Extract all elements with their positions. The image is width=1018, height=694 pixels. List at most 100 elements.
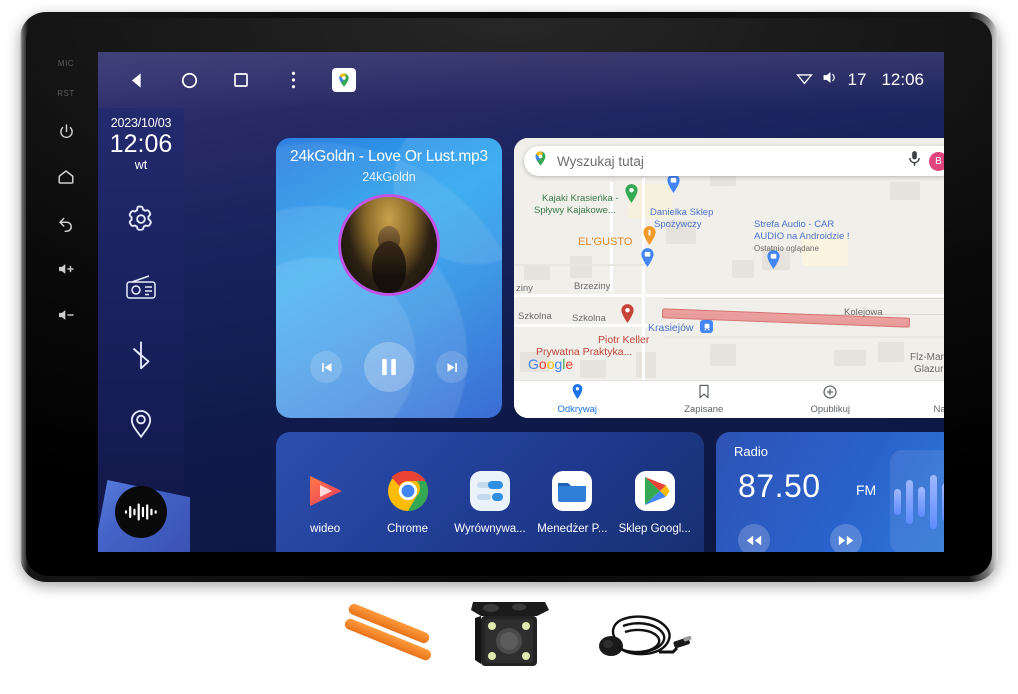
search-input[interactable]: Wyszukaj tutaj	[557, 154, 908, 169]
track-artist: 24kGoldn	[362, 170, 416, 184]
home-button[interactable]	[51, 154, 81, 200]
navbar-left-group	[98, 67, 356, 93]
app-label: Chrome	[387, 522, 429, 535]
home-circle-icon[interactable]	[176, 67, 202, 93]
google-play-icon	[632, 468, 678, 514]
waveform-icon[interactable]	[115, 486, 167, 538]
pry-tools	[340, 600, 450, 680]
app-equalizer[interactable]: Wyrównywa...	[453, 468, 527, 535]
recents-square-icon[interactable]	[228, 67, 254, 93]
skip-previous-icon[interactable]	[310, 351, 342, 383]
map-tab-label: Zapisane	[684, 404, 724, 415]
map-label: Spływy Kajakowe...	[534, 205, 616, 216]
map-label: Szkolna	[572, 313, 606, 324]
map-tab-odkrywaj[interactable]: Odkrywaj	[514, 381, 641, 418]
signal-icon	[795, 71, 813, 90]
radio-band: FM	[856, 482, 877, 498]
music-player-card[interactable]: 24kGoldn - Love Or Lust.mp3 24kGoldn	[276, 138, 502, 418]
map-pin-store[interactable]	[666, 174, 681, 193]
left-rail: 2023/10/03 12:06 wt	[98, 108, 190, 552]
map-search-bar[interactable]: Wyszukaj tutaj B	[524, 146, 944, 176]
album-art	[338, 194, 440, 296]
pause-icon[interactable]	[364, 342, 414, 392]
waveform-bar	[929, 475, 937, 529]
map-tab-label: Opublikuj	[810, 403, 851, 415]
equalizer-icon	[467, 468, 513, 514]
map-label: Danielka Sklep	[650, 207, 714, 218]
map-pin-green[interactable]	[624, 184, 639, 203]
avatar[interactable]: B	[929, 151, 944, 171]
more-vertical-icon[interactable]	[280, 67, 306, 93]
accessories-row	[0, 588, 1018, 694]
map-label: Ostatnio oglądane	[754, 244, 819, 253]
sidebar-item-bluetooth[interactable]	[120, 334, 162, 376]
app-wideo[interactable]: wideo	[288, 468, 362, 535]
head-unit-device: MIC RST 17 12:06 2023/10/03 12:06 wt 24k…	[20, 12, 998, 582]
plus-circle-icon	[823, 384, 837, 402]
app-label: Wyrównywa...	[454, 522, 526, 535]
waveform-bar	[905, 480, 913, 524]
map-bottom-nav: Odkrywaj Zapisane Opublikuj Na	[514, 380, 944, 418]
status-clock: 12:06	[881, 70, 924, 89]
map-tab-najnowsze[interactable]: Najnowsze	[894, 381, 944, 418]
map-label: Spożywczy	[654, 219, 702, 230]
chrome-icon	[385, 468, 431, 514]
app-label: Sklep Googl...	[618, 522, 691, 535]
map-label: Glazurnicze	[914, 364, 944, 375]
power-button[interactable]	[51, 108, 81, 154]
map-train-station-icon[interactable]	[700, 320, 713, 333]
sidebar-item-navigation[interactable]	[120, 402, 162, 444]
map-tab-opublikuj[interactable]: Opublikuj	[767, 381, 894, 418]
map-pin-shop[interactable]	[640, 248, 655, 267]
android-navbar: 17 12:06	[98, 52, 944, 108]
fast-forward-icon[interactable]	[830, 524, 862, 552]
volume-up-button[interactable]	[51, 246, 81, 292]
google-maps-card[interactable]: Kajaki Krasieńka - Spływy Kajakowe... Da…	[514, 138, 944, 418]
map-label: Szkolna	[518, 311, 552, 322]
sidebar-item-radio[interactable]	[120, 266, 162, 308]
skip-next-icon[interactable]	[436, 351, 468, 383]
status-icons: 17 12:06	[795, 70, 944, 90]
microphone-icon[interactable]	[908, 150, 921, 172]
map-tab-zapisane[interactable]: Zapisane	[641, 381, 768, 418]
bookmark-icon	[698, 384, 710, 402]
volume-down-button[interactable]	[51, 292, 81, 338]
app-file-manager[interactable]: Menedżer P...	[535, 468, 609, 535]
map-label: Krasiejów	[648, 322, 694, 334]
rewind-icon[interactable]	[738, 524, 770, 552]
app-shortcuts-card: wideo Chrome Wyrównywa... Menedżer P... …	[276, 432, 704, 552]
map-canvas[interactable]: Kajaki Krasieńka - Spływy Kajakowe... Da…	[514, 138, 944, 418]
map-label: EL'GUSTO	[578, 236, 633, 248]
back-button[interactable]	[51, 200, 81, 246]
sidebar-item-settings[interactable]	[120, 198, 162, 240]
map-label: Strefa Audio - CAR	[754, 219, 835, 230]
map-label: Piotr Keller	[598, 334, 650, 346]
file-manager-icon	[549, 468, 595, 514]
back-triangle-icon[interactable]	[124, 67, 150, 93]
map-tab-label: Odkrywaj	[557, 404, 598, 415]
waveform-bar	[917, 487, 925, 517]
touchscreen: 17 12:06 2023/10/03 12:06 wt 24kGoldn - …	[98, 52, 944, 552]
app-google-play[interactable]: Sklep Googl...	[618, 468, 692, 535]
map-label: AUDIO na Androidzie !	[754, 231, 850, 242]
map-label: Flz-Mark Usługi	[910, 352, 944, 363]
map-label: Brzeziny	[574, 281, 611, 292]
rail-date: 2023/10/03	[110, 116, 172, 130]
google-maps-icon[interactable]	[332, 68, 356, 92]
radio-card[interactable]: Radio 87.50 FM	[716, 432, 944, 552]
radio-title: Radio	[734, 444, 768, 459]
google-watermark: Google	[528, 356, 574, 372]
waveform-bar	[893, 489, 901, 515]
app-label: wideo	[310, 522, 341, 535]
microphone	[585, 594, 695, 680]
rst-label: RST	[57, 88, 75, 98]
waveform-icon	[890, 450, 944, 552]
home-content: 24kGoldn - Love Or Lust.mp3 24kGoldn Kaj…	[184, 108, 944, 552]
map-pin-doctor[interactable]	[620, 304, 635, 323]
map-label: Kolejowa	[844, 307, 883, 318]
app-chrome[interactable]: Chrome	[371, 468, 445, 535]
location-pin-icon	[571, 384, 584, 402]
google-maps-pin-icon	[532, 150, 549, 172]
map-label: ziny	[516, 283, 533, 294]
waveform-bar	[941, 483, 944, 521]
